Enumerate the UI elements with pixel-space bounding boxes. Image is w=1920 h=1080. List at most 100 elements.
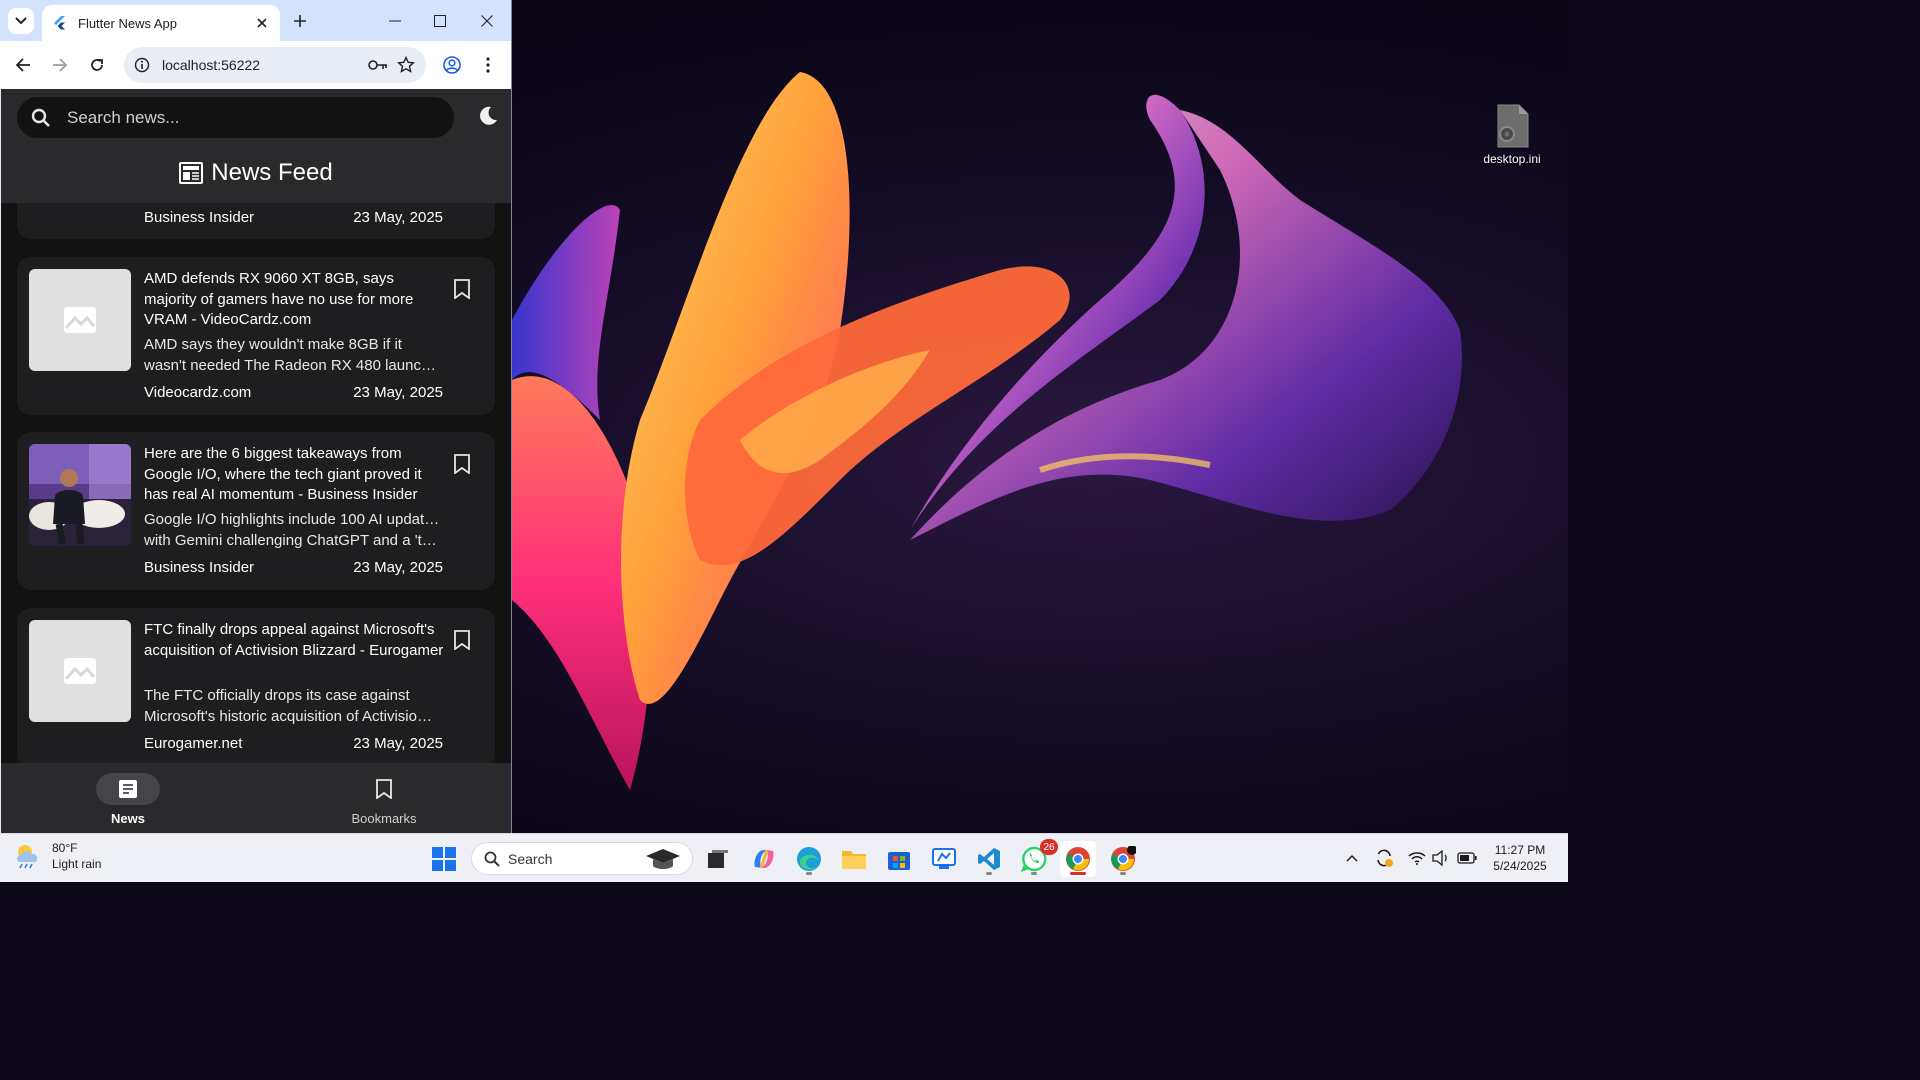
back-button[interactable] (11, 53, 35, 77)
store-icon (888, 852, 910, 870)
address-bar[interactable]: localhost:56222 (124, 47, 426, 83)
search-input[interactable] (67, 107, 407, 128)
task-view-icon (708, 850, 728, 868)
article-title[interactable]: Here are the 6 biggest takeaways from Go… (144, 444, 444, 506)
graduation-cap-icon (646, 849, 680, 869)
reload-button[interactable] (85, 53, 109, 77)
bookmark-icon[interactable] (453, 630, 471, 650)
article-card[interactable]: Business Insider 23 May, 2025 (17, 203, 495, 239)
bookmark-icon[interactable] (453, 279, 471, 299)
arrow-right-icon (53, 58, 68, 72)
more-vert-icon (486, 57, 490, 73)
settings-file-icon (1495, 104, 1529, 148)
windows-icon (432, 847, 456, 871)
chrome-icon (1111, 846, 1136, 871)
maximize-icon (434, 15, 446, 27)
tab-strip: Flutter News App (0, 0, 511, 41)
browser-window: Flutter News App localhost:56222 Search … (0, 0, 512, 833)
edge-icon (797, 847, 821, 871)
article-source: Business Insider (144, 559, 255, 576)
wifi-tray[interactable] (1405, 842, 1429, 874)
article-list: Business Insider 23 May, 2025 AMD defend… (1, 203, 511, 763)
taskbar-chrome-profile[interactable] (1105, 841, 1141, 877)
article-description: Google I/O highlights include 100 AI upd… (144, 511, 444, 549)
maximize-button[interactable] (418, 6, 462, 36)
article-thumbnail (29, 269, 131, 371)
clock-time: 11:27 PM (1494, 843, 1546, 857)
article-title[interactable]: FTC finally drops appeal against Microso… (144, 620, 444, 661)
taskbar-edge[interactable] (791, 841, 827, 877)
copilot-icon (754, 849, 774, 869)
sync-tray[interactable] (1372, 842, 1396, 874)
weather-temp: 80°F (52, 841, 78, 855)
taskbar-copilot[interactable] (746, 841, 782, 877)
minimize-icon (389, 20, 401, 22)
remote-desktop-icon (932, 848, 956, 869)
site-info-icon[interactable] (134, 57, 150, 73)
battery-tray[interactable] (1455, 842, 1479, 874)
search-bar[interactable] (17, 97, 454, 138)
moon-icon (480, 106, 497, 125)
profile-button[interactable] (440, 53, 464, 77)
taskbar-task-view[interactable] (700, 841, 736, 877)
weather-widget[interactable]: 80°F Light rain (14, 840, 101, 872)
new-tab-button[interactable] (288, 9, 312, 33)
desktop-file-icon[interactable]: desktop.ini (1478, 104, 1546, 166)
taskbar-chrome-active[interactable] (1060, 841, 1096, 877)
bookmark-icon[interactable] (453, 454, 471, 474)
profile-icon (443, 56, 461, 74)
bookmark-star-icon[interactable] (392, 51, 420, 79)
article-card[interactable]: AMD defends RX 9060 XT 8GB, says majorit… (17, 257, 495, 415)
taskbar-search[interactable]: Search (471, 842, 693, 875)
feed-title-text: News Feed (211, 159, 333, 186)
browser-menu-button[interactable] (476, 53, 500, 77)
wifi-icon (1408, 852, 1426, 865)
app-header: News Feed (1, 89, 511, 203)
minimize-button[interactable] (373, 6, 417, 36)
tab-close-icon[interactable] (254, 15, 270, 31)
weather-desc: Light rain (52, 857, 102, 871)
browser-toolbar: localhost:56222 (0, 41, 511, 89)
close-icon (481, 15, 493, 27)
arrow-left-icon (15, 58, 30, 72)
article-source: Business Insider (144, 209, 255, 226)
rain-cloud-icon (17, 845, 38, 869)
start-button[interactable] (426, 841, 462, 877)
search-icon (31, 108, 50, 127)
chevron-down-icon (15, 17, 27, 25)
vscode-icon (978, 848, 1000, 870)
tab-search-button[interactable] (8, 8, 34, 34)
article-title[interactable]: AMD defends RX 9060 XT 8GB, says majorit… (144, 269, 444, 331)
taskbar: 80°F Light rain Search 26 11:27 PM 5/24/… (0, 833, 1568, 882)
nav-item-bookmarks[interactable]: Bookmarks (319, 763, 449, 833)
article-date: 23 May, 2025 (353, 559, 443, 576)
chrome-icon (1066, 847, 1090, 871)
nav-item-news[interactable]: News (63, 763, 193, 833)
taskbar-vscode[interactable] (971, 841, 1007, 877)
nav-label-bookmarks: Bookmarks (351, 811, 417, 826)
taskbar-whatsapp[interactable]: 26 (1016, 839, 1058, 877)
volume-tray[interactable] (1429, 842, 1453, 874)
taskbar-app-remote[interactable] (926, 841, 962, 877)
bottom-navigation: News Bookmarks (1, 763, 511, 833)
password-key-icon[interactable] (364, 51, 392, 79)
taskbar-file-explorer[interactable] (836, 841, 872, 877)
system-clock[interactable]: 11:27 PM 5/24/2025 (1480, 842, 1560, 874)
show-hidden-icons[interactable] (1340, 842, 1364, 874)
theme-toggle-button[interactable] (477, 105, 503, 131)
article-description: AMD says they wouldn't make 8GB if it wa… (144, 336, 444, 374)
news-app: News Feed Business Insider 23 May, 2025 … (1, 89, 511, 833)
article-card[interactable]: FTC finally drops appeal against Microso… (17, 608, 495, 763)
article-description: The FTC officially drops its case agains… (144, 687, 432, 725)
forward-button[interactable] (48, 53, 72, 77)
image-placeholder-icon (64, 307, 96, 333)
url-text: localhost:56222 (162, 57, 261, 73)
article-card[interactable]: Here are the 6 biggest takeaways from Go… (17, 432, 495, 590)
article-icon (119, 780, 137, 798)
close-window-button[interactable] (465, 6, 509, 36)
browser-tab[interactable]: Flutter News App (42, 5, 280, 41)
taskbar-store[interactable] (881, 841, 917, 877)
notification-badge: 26 (1040, 839, 1058, 855)
clock-date: 5/24/2025 (1493, 859, 1547, 873)
page-title: News Feed (1, 159, 511, 187)
